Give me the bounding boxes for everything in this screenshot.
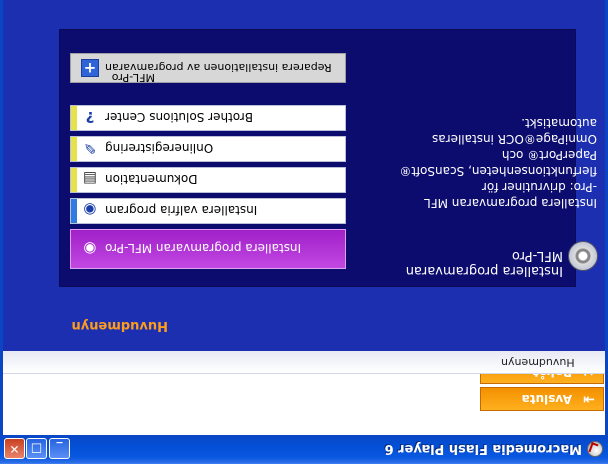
breadcrumb: Huvudmenyn bbox=[3, 351, 605, 374]
menu-accent bbox=[71, 199, 77, 223]
menu-install-optional[interactable]: ◉ Installera valfria program bbox=[70, 198, 346, 224]
document-icon: ▤ bbox=[82, 170, 98, 188]
menu-label: Dokumentation bbox=[105, 172, 198, 186]
description-line: Installera programvaran MFL bbox=[424, 196, 597, 210]
breadcrumb-text: Huvudmenyn bbox=[501, 356, 575, 369]
menu-solutions-center[interactable]: ? Brother Solutions Center bbox=[70, 105, 346, 131]
window-title: Macromedia Flash Player 6 bbox=[384, 441, 582, 456]
exit-door-icon: ⇥ bbox=[583, 391, 595, 407]
menu-accent bbox=[71, 137, 77, 161]
menu-label: Brother Solutions Center bbox=[105, 110, 254, 124]
minimize-button[interactable]: _ bbox=[49, 438, 70, 459]
description-title: Installera programvaran MFL-Pro bbox=[405, 248, 563, 278]
menu-accent bbox=[71, 106, 77, 130]
description-text: Installera programvaran MFL -Pro: drivru… bbox=[357, 115, 597, 211]
flash-player-icon bbox=[587, 441, 603, 457]
menu-install-mfl-pro[interactable]: ◉ Installera programvaran MFL-Pro bbox=[70, 229, 346, 269]
cd-icon: ◉ bbox=[83, 201, 97, 219]
menu-label: Installera programvaran MFL-Pro bbox=[105, 241, 302, 255]
menu-label-secondary: MFL-Pro bbox=[111, 71, 155, 84]
description-line: -Pro: drivrutiner för bbox=[481, 180, 597, 194]
question-icon: ? bbox=[85, 108, 95, 126]
menu-label: Onlineregistrering bbox=[105, 141, 214, 155]
menu-repair-installation[interactable]: + Reparera installationen av programvara… bbox=[70, 53, 346, 84]
exit-button[interactable]: ⇥ Avsluta bbox=[480, 387, 604, 411]
exit-label: Avsluta bbox=[521, 392, 572, 406]
menu-documentation[interactable]: ▤ Dokumentation bbox=[70, 167, 346, 193]
maximize-button[interactable]: □ bbox=[26, 438, 47, 459]
menu-label: Installera valfria program bbox=[105, 203, 258, 217]
pen-icon: ✎ bbox=[83, 139, 97, 157]
cd-icon: ◉ bbox=[83, 240, 97, 258]
description-line: automatiskt. bbox=[521, 116, 597, 130]
menu-accent bbox=[71, 168, 77, 192]
menu-online-registration[interactable]: ✎ Onlineregistrering bbox=[70, 136, 346, 162]
description-line: PaperPort® och bbox=[501, 148, 597, 162]
plus-icon: + bbox=[81, 59, 99, 77]
description-line: flerfunktionsenheten, ScanSoft® bbox=[399, 164, 597, 178]
cd-icon bbox=[568, 241, 598, 271]
description-line: OmniPage®OCR installeras bbox=[432, 132, 597, 146]
page-heading: Huvudmenyn bbox=[71, 318, 168, 333]
close-button[interactable]: ✕ bbox=[4, 438, 25, 459]
app-window: Macromedia Flash Player 6 _ □ ✕ ⇥ Avslut… bbox=[0, 0, 608, 464]
title-bar: Macromedia Flash Player 6 _ □ ✕ bbox=[0, 435, 608, 464]
